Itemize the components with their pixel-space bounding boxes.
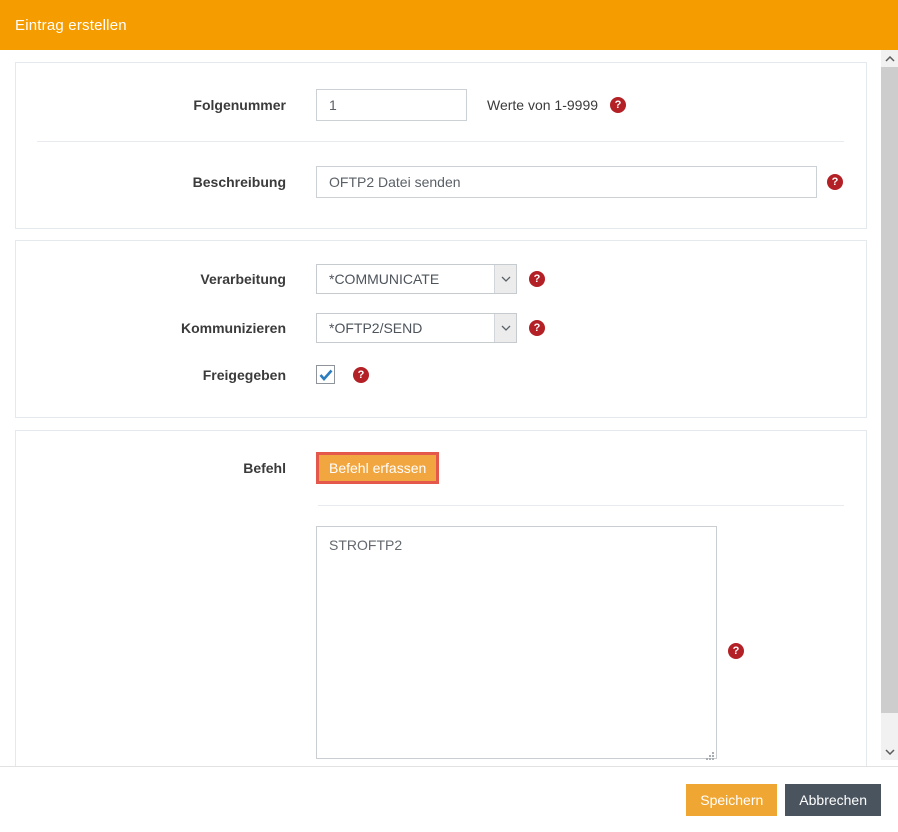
beschreibung-row: Beschreibung ?	[16, 166, 866, 198]
kommunizieren-label: Kommunizieren	[180, 320, 286, 336]
chevron-down-icon[interactable]	[494, 314, 516, 342]
help-icon[interactable]: ?	[827, 174, 843, 190]
chevron-down-icon[interactable]	[494, 265, 516, 293]
dialog-header: Eintrag erstellen	[0, 0, 898, 50]
freigegeben-label: Freigegeben	[202, 366, 286, 383]
befehl-field: Befehl erfassen	[316, 452, 440, 484]
freigegeben-checkbox[interactable]	[316, 365, 335, 384]
scrollbar[interactable]	[881, 50, 898, 760]
folgenummer-hint: Werte von 1-9999	[487, 97, 599, 113]
dialog-footer: Speichern Abbrechen	[0, 766, 898, 832]
folgenummer-label: Folgenummer	[193, 97, 286, 113]
chevron-up-icon	[884, 55, 895, 62]
beschreibung-input[interactable]	[316, 166, 817, 198]
freigegeben-row: Freigegeben ?	[16, 365, 866, 384]
divider	[37, 141, 844, 142]
section-general: Folgenummer Werte von 1-9999 ? Beschreib…	[15, 62, 867, 229]
chevron-down-icon	[884, 748, 895, 755]
befehl-row: Befehl Befehl erfassen	[16, 452, 866, 484]
help-icon[interactable]: ?	[353, 366, 369, 383]
kommunizieren-selected-value: *OFTP2/SEND	[329, 320, 423, 336]
kommunizieren-select[interactable]: *OFTP2/SEND	[316, 313, 517, 343]
check-icon	[319, 369, 332, 381]
beschreibung-field: ?	[316, 166, 843, 198]
help-icon[interactable]: ?	[728, 643, 744, 659]
command-row: STROFTP2 ?	[16, 526, 866, 764]
verarbeitung-selected-value: *COMMUNICATE	[329, 271, 440, 287]
resize-grip-icon[interactable]	[705, 751, 715, 761]
divider	[318, 505, 844, 506]
befehl-label: Befehl	[243, 460, 286, 476]
dialog-body: Folgenummer Werte von 1-9999 ? Beschreib…	[0, 50, 898, 766]
cancel-button[interactable]: Abbrechen	[785, 784, 881, 816]
scrollbar-thumb[interactable]	[881, 67, 898, 713]
help-icon[interactable]: ?	[610, 97, 627, 113]
freigegeben-field: ?	[316, 365, 369, 384]
scroll-down-button[interactable]	[881, 743, 898, 760]
help-icon[interactable]: ?	[529, 320, 545, 336]
folgenummer-field: Werte von 1-9999 ?	[316, 89, 627, 121]
command-textarea[interactable]: STROFTP2	[316, 526, 717, 759]
folgenummer-input[interactable]	[316, 89, 467, 121]
create-entry-dialog: Eintrag erstellen Folgenummer Werte von …	[0, 0, 898, 832]
command-field: STROFTP2 ?	[316, 526, 744, 764]
command-textarea-wrap: STROFTP2	[316, 526, 717, 764]
section-befehl: Befehl Befehl erfassen STROFTP2 ?	[15, 430, 867, 766]
help-icon[interactable]: ?	[529, 271, 545, 287]
befehl-erfassen-button[interactable]: Befehl erfassen	[316, 452, 440, 484]
kommunizieren-row: Kommunizieren *OFTP2/SEND ?	[16, 313, 866, 343]
dialog-title: Eintrag erstellen	[15, 16, 127, 34]
verarbeitung-label: Verarbeitung	[200, 271, 286, 287]
beschreibung-label: Beschreibung	[192, 174, 286, 190]
section-processing: Verarbeitung *COMMUNICATE ? Kommuniziere…	[15, 240, 867, 418]
scroll-up-button[interactable]	[881, 50, 898, 67]
verarbeitung-row: Verarbeitung *COMMUNICATE ?	[16, 264, 866, 294]
verarbeitung-field: *COMMUNICATE ?	[316, 264, 545, 294]
verarbeitung-select[interactable]: *COMMUNICATE	[316, 264, 517, 294]
folgenummer-row: Folgenummer Werte von 1-9999 ?	[16, 89, 866, 121]
kommunizieren-field: *OFTP2/SEND ?	[316, 313, 545, 343]
save-button[interactable]: Speichern	[686, 784, 778, 816]
